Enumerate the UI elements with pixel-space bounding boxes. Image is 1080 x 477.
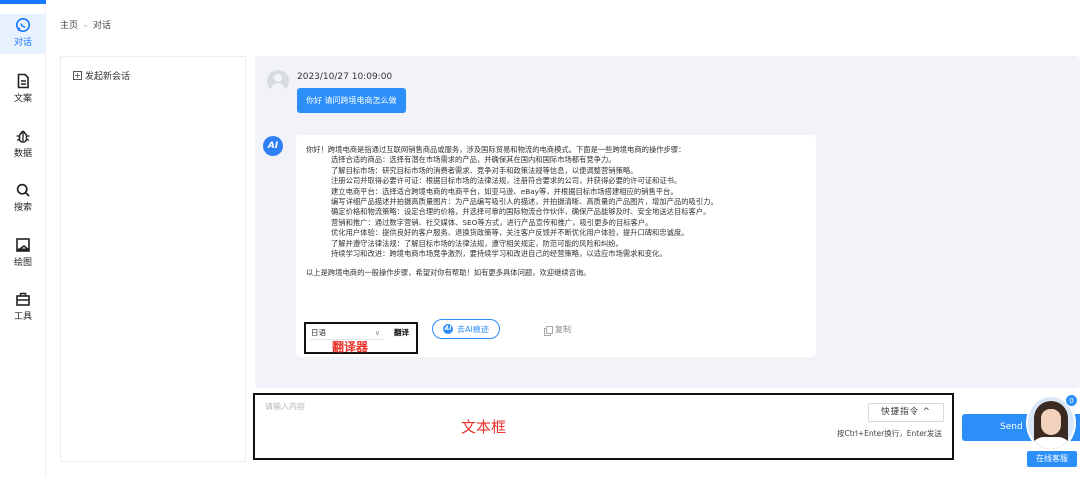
- avatar-face: [1041, 409, 1061, 435]
- ai-logo-icon: AI: [443, 324, 453, 334]
- chevron-down-icon: ∨: [374, 329, 380, 337]
- document-icon: [17, 73, 29, 89]
- new-conversation-label: 发起新会话: [85, 72, 131, 82]
- ai-avatar-icon: AI: [263, 136, 283, 156]
- nav-item-data[interactable]: 数据: [0, 128, 46, 164]
- copy-label: 复制: [555, 325, 571, 334]
- breadcrumb-separator: -: [83, 21, 88, 31]
- avatar-shirt: [1030, 437, 1072, 449]
- ai-step: 建立电商平台：选择适合跨境电商的电商平台，如亚马逊、eBay等，并根据目标市场搭…: [331, 186, 678, 196]
- ai-step: 确定价格和物流策略：设定合理的价格，并选择可靠的国际物流合作伙伴，确保产品能够及…: [331, 207, 711, 217]
- nav-item-copywriting[interactable]: 文案: [0, 73, 46, 109]
- ai-step: 注册公司并取得必要许可证：根据目标市场的法律法规，注册符合要求的公司，并获得必要…: [331, 176, 682, 186]
- user-avatar: [267, 70, 289, 92]
- toolbox-icon: [16, 292, 30, 306]
- nav-label: 文案: [13, 94, 32, 104]
- chat-bubble-icon: [16, 18, 30, 32]
- nav-item-tools[interactable]: 工具: [0, 291, 46, 327]
- image-icon: [16, 238, 30, 252]
- new-conversation-button[interactable]: + 发起新会话: [73, 69, 130, 82]
- copy-icon: [544, 325, 553, 336]
- left-nav: 对话 文案 数据 搜索 绘图 工具: [0, 0, 46, 477]
- nav-label: 搜索: [13, 203, 32, 213]
- remove-ai-trace-button[interactable]: AI 去AI痕迹: [432, 319, 500, 339]
- conversation-panel: + 发起新会话: [60, 56, 246, 462]
- breadcrumb: 主页 - 对话: [60, 18, 111, 31]
- nav-label: 数据: [13, 149, 32, 159]
- translator-annotation: 翻译器: [332, 340, 369, 354]
- language-select[interactable]: 日语 ∨: [310, 327, 384, 340]
- remove-ai-trace-label: 去AI痕迹: [457, 324, 489, 334]
- ai-message-intro: 你好！跨境电商是指通过互联网销售商品或服务，涉及国际贸易和物流的电商模式。下面是…: [306, 145, 686, 154]
- nav-item-drawing[interactable]: 绘图: [0, 237, 46, 273]
- nav-item-chat[interactable]: 对话: [0, 14, 46, 54]
- copy-button[interactable]: 复制: [544, 324, 571, 336]
- nav-label: 绘图: [13, 258, 32, 268]
- online-customer-service[interactable]: 0 在线客服: [1023, 394, 1080, 470]
- chat-area: 2023/10/27 10:09:00 你好 请问跨境电商怎么做 AI 你好！跨…: [255, 56, 1080, 388]
- textbox-annotation: 文本框: [461, 418, 507, 436]
- translate-button[interactable]: 翻译: [394, 327, 409, 339]
- ai-steps-list: 选择合适的商品：选择有潜在市场需求的产品，并确保其在国内和国际市场都有竞争力。 …: [331, 155, 806, 259]
- breadcrumb-current: 对话: [93, 21, 112, 31]
- nav-label: 对话: [13, 38, 32, 48]
- ai-step: 持续学习和改进：跨境电商市场竞争激烈，要持续学习和改进自己的经营策略，以适应市场…: [331, 249, 667, 259]
- quick-command-button[interactable]: 快捷指令 ^: [868, 403, 944, 422]
- input-placeholder: 请输入内容: [265, 402, 305, 411]
- data-bug-icon: [16, 130, 30, 143]
- breadcrumb-home[interactable]: 主页: [60, 21, 78, 31]
- keyboard-hint: 按Ctrl+Enter换行，Enter发送: [837, 429, 942, 438]
- nav-top-accent: [0, 0, 46, 4]
- nav-item-search[interactable]: 搜索: [0, 182, 46, 218]
- unread-badge: 0: [1065, 394, 1078, 407]
- ai-step: 选择合适的商品：选择有潜在市场需求的产品，并确保其在国内和国际市场都有竞争力。: [331, 155, 616, 165]
- ai-step: 了解目标市场：研究目标市场的消费者需求、竞争对手和政策法规等信息，以便调整营销策…: [331, 165, 638, 175]
- translator-box: 日语 ∨ 翻译 翻译器: [304, 322, 418, 354]
- customer-service-label: 在线客服: [1027, 451, 1077, 467]
- ai-step: 优化用户体验：提供良好的客户服务、退换货政策等，关注客户反馈并不断优化用户体验，…: [331, 228, 689, 238]
- language-value: 日语: [311, 328, 326, 337]
- user-message-bubble: 你好 请问跨境电商怎么做: [297, 88, 406, 113]
- ai-step: 了解并遵守法律法规：了解目标市场的法律法规，遵守相关规定，防范可能的风险和纠纷。: [331, 238, 623, 248]
- nav-label: 工具: [13, 312, 32, 322]
- message-input-box[interactable]: 请输入内容 文本框 快捷指令 ^ 按Ctrl+Enter换行，Enter发送: [253, 393, 954, 460]
- plus-icon: +: [73, 71, 82, 80]
- ai-step: 营销和推广：通过数字营销、社交媒体、SEO等方式，进行产品宣传和推广，吸引更多的…: [331, 217, 653, 227]
- ai-message-card: 你好！跨境电商是指通过互联网销售商品或服务，涉及国际贸易和物流的电商模式。下面是…: [296, 135, 816, 357]
- ai-message-outro: 以上是跨境电商的一般操作步骤，希望对你有帮助！如有更多具体问题，欢迎继续咨询。: [306, 268, 591, 278]
- search-icon: [16, 183, 30, 197]
- ai-step: 编写详细产品描述并拍摄高质量图片：为产品编写吸引人的描述，并拍摄清晰、高质量的产…: [331, 197, 718, 207]
- message-timestamp: 2023/10/27 10:09:00: [297, 72, 393, 82]
